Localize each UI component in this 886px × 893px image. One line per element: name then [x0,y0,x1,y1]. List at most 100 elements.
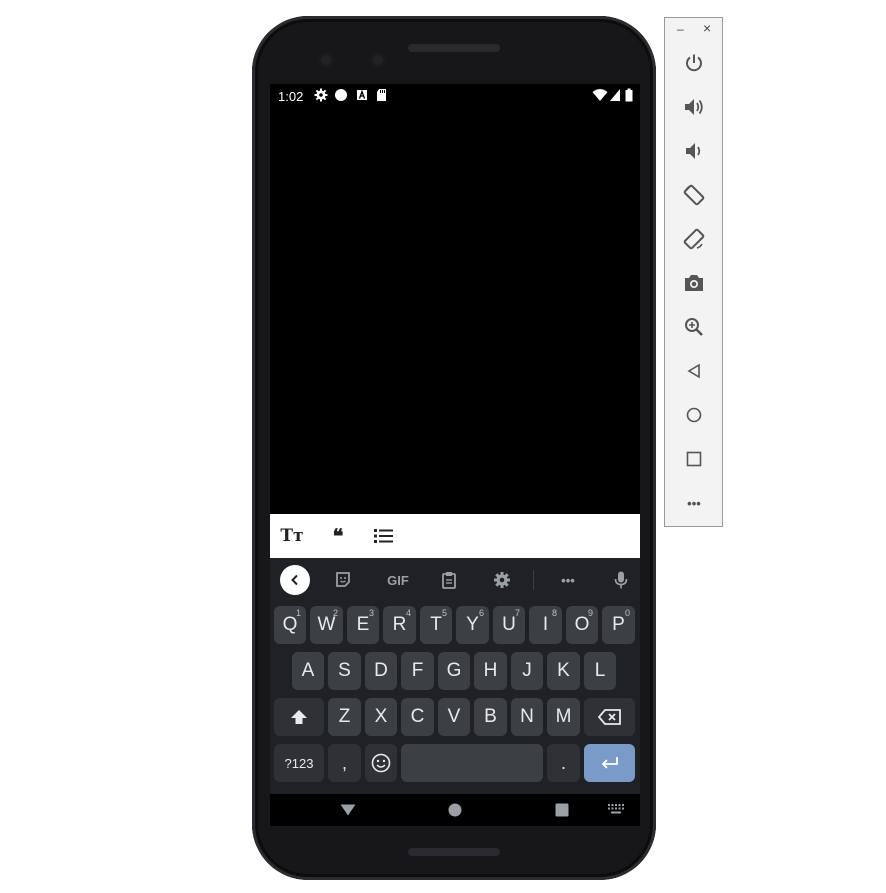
shift-icon [291,710,307,724]
rotate-right-button[interactable] [679,224,709,254]
key-a[interactable]: A [292,652,324,690]
close-button[interactable]: × [703,20,711,36]
key-h[interactable]: H [474,652,507,690]
keyboard-icon[interactable] [608,804,624,815]
circle-icon [335,89,347,101]
key-j[interactable]: J [511,652,543,690]
key-hint: 5 [441,608,447,618]
key-u[interactable]: U7 [493,606,525,644]
power-button[interactable] [679,48,709,78]
key-x[interactable]: X [365,698,397,736]
more-options-button[interactable]: ••• [553,565,583,595]
key-y[interactable]: Y6 [456,606,489,644]
key-n[interactable]: N [511,698,543,736]
emulator-control-panel: – × ••• [664,17,723,527]
more-button[interactable]: ••• [679,488,709,518]
minimize-button[interactable]: – [677,22,684,36]
zoom-icon [685,318,703,336]
volume-up-button[interactable] [679,92,709,122]
key-hint: 9 [587,608,593,618]
rotate-left-button[interactable] [679,180,709,210]
signal-icon [610,89,620,101]
key-k[interactable]: K [547,652,580,690]
sd-card-icon [377,89,386,101]
back-button[interactable] [679,356,709,386]
text-size-button[interactable]: Tт [276,520,308,552]
more-icon: ••• [561,572,575,588]
soft-keyboard: GIF ••• Q 1 W 2 E 3 R 4 T 5 Y 6 U 7 I 8 … [270,558,640,794]
top-speaker [408,44,500,52]
suggestion-divider [533,570,534,590]
key-s[interactable]: S [328,652,361,690]
gif-button[interactable]: GIF [380,565,416,595]
clipboard-button[interactable] [434,565,464,595]
front-sensor [370,52,386,68]
key-d[interactable]: D [365,652,397,690]
enter-icon [601,757,618,769]
key-hint: 1 [295,608,301,618]
key-o[interactable]: O9 [566,606,598,644]
bullet-list-icon [374,529,393,543]
key-w[interactable]: W2 [310,606,343,644]
key-e[interactable]: E3 [347,606,379,644]
key-g[interactable]: G [438,652,470,690]
key-v[interactable]: V [438,698,470,736]
volume-down-icon [686,143,701,159]
more-icon: ••• [687,495,701,511]
recents-square-icon[interactable] [555,803,569,817]
key-label: T [430,614,442,635]
key-z[interactable]: Z [328,698,361,736]
overview-button[interactable] [679,444,709,474]
status-bar: 1:02 [270,84,640,108]
period-key[interactable]: . [547,744,580,782]
key-r[interactable]: R4 [383,606,416,644]
key-c[interactable]: C [401,698,434,736]
wifi-icon [592,89,608,101]
key-i[interactable]: I8 [529,606,562,644]
back-triangle-icon[interactable] [340,804,356,816]
space-key[interactable] [401,744,543,782]
key-p[interactable]: P0 [602,606,635,644]
home-icon [686,407,702,423]
emoji-key[interactable] [365,744,397,782]
keyboard-back-button[interactable] [280,565,310,595]
key-q[interactable]: Q1 [274,606,306,644]
key-label: E [356,614,370,635]
key-l[interactable]: L [584,652,616,690]
sticker-button[interactable] [328,565,358,595]
backspace-key[interactable] [584,698,635,736]
bullet-list-button[interactable] [368,520,400,552]
key-b[interactable]: B [474,698,507,736]
key-t[interactable]: T5 [420,606,452,644]
backspace-icon [597,709,621,725]
quote-button[interactable]: ❝ [322,520,354,552]
shift-key[interactable] [274,698,324,736]
gear-icon [314,88,328,102]
home-circle-icon[interactable] [448,803,462,817]
phone-screen[interactable]: 1:02 Tт ❝ GIF ••• Q 1 W 2 E 3 R 4 T 5 Y … [270,84,640,826]
rotate-right-icon [683,228,705,250]
home-button[interactable] [679,400,709,430]
symbols-key[interactable]: ?123 [274,744,324,782]
sticker-icon [336,572,350,587]
volume-up-icon [685,99,703,115]
keyboard-settings-button[interactable] [487,565,517,595]
screenshot-button[interactable] [679,268,709,298]
status-time: 1:02 [278,89,304,104]
volume-down-button[interactable] [679,136,709,166]
front-camera [318,52,334,68]
overview-icon [686,451,702,467]
voice-input-button[interactable] [606,565,636,595]
zoom-button[interactable] [679,312,709,342]
key-m[interactable]: M [547,698,580,736]
navigation-bar [270,794,640,826]
key-label: I [542,614,549,635]
key-label: Y [466,614,479,635]
key-f[interactable]: F [401,652,434,690]
key-hint: 2 [332,608,338,618]
comma-key[interactable]: , [328,744,361,782]
enter-key[interactable] [584,744,635,782]
key-label: U [502,614,516,635]
clipboard-icon [442,572,456,589]
emoji-icon [371,753,391,773]
